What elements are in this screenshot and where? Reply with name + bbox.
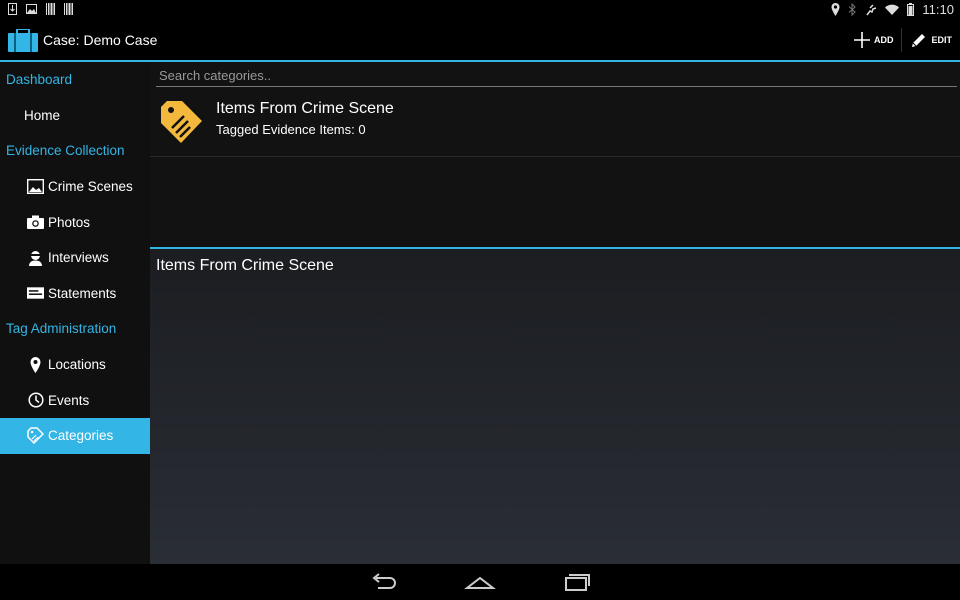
wifi-icon: [885, 4, 900, 15]
category-list-item[interactable]: Items From Crime Scene Tagged Evidence I…: [150, 91, 960, 157]
back-icon[interactable]: [368, 572, 400, 592]
sidebar-item-label: Categories: [48, 428, 114, 444]
recents-icon[interactable]: [560, 572, 592, 592]
plus-icon: [853, 32, 870, 48]
image-icon: [27, 178, 44, 195]
sidebar-item-label: Events: [48, 392, 90, 408]
section-evidence-collection: Evidence Collection: [6, 143, 125, 159]
sidebar-item-label: Interviews: [48, 250, 109, 266]
sidebar-item-statements[interactable]: Statements: [0, 276, 150, 312]
sidebar-item-photos[interactable]: Photos: [0, 204, 150, 240]
person-icon: [27, 249, 44, 266]
sidebar: Dashboard Home Evidence Collection Crime…: [0, 62, 150, 564]
pencil-icon: [912, 34, 926, 47]
sidebar-item-events[interactable]: Events: [0, 382, 150, 418]
status-system-icons: 11:10: [831, 2, 954, 17]
sidebar-item-label: Statements: [48, 285, 117, 301]
edit-button[interactable]: EDIT: [902, 20, 960, 60]
sidebar-item-interviews[interactable]: Interviews: [0, 240, 150, 276]
sidebar-item-label: Locations: [48, 357, 106, 373]
detail-title: Items From Crime Scene: [156, 257, 334, 274]
sidebar-item-crime-scenes[interactable]: Crime Scenes: [0, 169, 150, 205]
sidebar-item-label: Photos: [48, 214, 91, 230]
bluetooth-icon: [849, 3, 857, 16]
sidebar-item-locations[interactable]: Locations: [0, 347, 150, 383]
status-bar: 11:10: [0, 0, 960, 20]
section-tag-administration: Tag Administration: [6, 321, 117, 337]
sidebar-item-label: Crime Scenes: [48, 179, 133, 195]
clock-icon: [27, 392, 44, 409]
image-icon: [26, 4, 37, 14]
add-button-label: ADD: [873, 35, 894, 45]
edit-button-label: EDIT: [931, 35, 952, 45]
home-icon[interactable]: [464, 572, 496, 592]
tag-icon: [161, 101, 202, 143]
category-detail-panel: Items From Crime Scene: [150, 247, 960, 566]
add-button[interactable]: ADD: [845, 20, 902, 60]
sidebar-item-categories[interactable]: Categories: [0, 417, 150, 454]
barcode-icon: [46, 3, 55, 15]
status-time: 11:10: [922, 2, 954, 17]
location-icon: [831, 3, 840, 16]
system-nav-bar: [0, 564, 960, 600]
camera-icon: [27, 214, 44, 231]
main-content: Search categories.. Items From Crime Sce…: [150, 62, 960, 566]
download-icon: [8, 3, 17, 15]
search-input[interactable]: Search categories..: [156, 67, 957, 87]
battery-icon: [907, 3, 915, 16]
barcode-icon: [64, 3, 73, 15]
sidebar-item-label: Home: [24, 107, 61, 123]
category-title: Items From Crime Scene: [216, 100, 394, 117]
action-bar-actions: ADD EDIT: [845, 20, 960, 60]
briefcase-icon: [8, 29, 38, 52]
statement-icon: [27, 285, 44, 302]
action-bar: Case: Demo Case ADD EDIT: [0, 20, 960, 62]
location-pin-icon: [27, 356, 44, 373]
section-dashboard: Dashboard: [6, 72, 73, 87]
tag-icon: [27, 427, 44, 445]
status-notifications: [8, 3, 73, 15]
sidebar-item-home[interactable]: Home: [0, 98, 150, 134]
category-subtitle: Tagged Evidence Items: 0: [216, 122, 366, 137]
case-title: Case: Demo Case: [43, 32, 158, 48]
nfc-icon: [866, 4, 877, 16]
